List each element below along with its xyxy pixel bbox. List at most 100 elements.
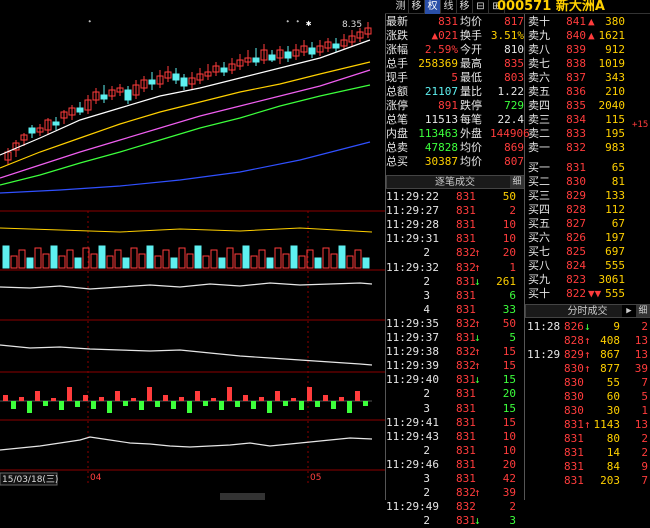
fenshi-qty: 60 (606, 390, 620, 403)
tab-5[interactable]: ⊟ (473, 0, 489, 14)
order-price: 837 (566, 71, 586, 84)
tick-time: 2 (423, 274, 430, 288)
order-label: 买一 (528, 161, 550, 174)
fenshi-qty: 55 (606, 376, 620, 389)
order-label: 卖二 (528, 127, 550, 140)
stock-code: 000571 (497, 0, 552, 14)
tick-time: 2 (423, 514, 430, 528)
sell-row: 卖十 841 ▲ 380 (0, 15, 650, 29)
tick-price: 831 (456, 204, 476, 218)
buy-row: 买二 830 81 (0, 175, 650, 189)
order-price: 838 (566, 57, 586, 70)
buy-row: 买一 831 65 (0, 161, 650, 175)
fenshi-row: 831 203 7 (0, 474, 650, 488)
tick-time: 11:29:22 (386, 190, 439, 203)
tick-arrow: ↑ (474, 260, 481, 274)
fenshi-price: 831 (564, 446, 584, 459)
tab-0[interactable]: 测 (393, 0, 409, 14)
sell-row: 卖四 835 2040 (0, 99, 650, 113)
tick-row: 11:29:31 831 10 (0, 232, 650, 246)
order-label: 卖十 (528, 15, 550, 28)
fenshi-time: 11:29 (527, 348, 561, 361)
fenshi-qty: 9 (613, 320, 620, 333)
tick-qty: 33 (502, 302, 516, 316)
sell-row: 卖八 839 912 (0, 43, 650, 57)
fenshi-row: 11:29 829 ↑ 867 13 (0, 348, 650, 362)
fenshi-count: 13 (634, 348, 648, 361)
tick-qty: 2 (509, 500, 516, 514)
fenshi-count: 13 (634, 418, 648, 431)
fenshi-row: 11:28 826 ↓ 9 2 (0, 320, 650, 334)
order-qty: 115 (605, 113, 625, 126)
tick-qty: 6 (509, 288, 516, 302)
fenshi-qty: 203 (600, 474, 620, 487)
fenshi-count: 2 (641, 446, 648, 459)
tick-qty: 3 (509, 514, 516, 528)
tick-price: 831 (456, 190, 476, 203)
fenshi-qty: 30 (606, 404, 620, 417)
tick-qty: 10 (502, 232, 516, 246)
sell-row: 卖一 832 983 (0, 141, 650, 155)
fenshi-price: 829 (564, 348, 584, 361)
order-price: 832 (566, 141, 586, 154)
fenshi-count: 9 (641, 460, 648, 473)
fenshi-qty: 408 (600, 334, 620, 347)
order-label: 卖三 (528, 113, 550, 126)
sell-row: 卖六 837 343 (0, 71, 650, 85)
order-label: 卖七 (528, 57, 550, 70)
order-qty: 195 (605, 127, 625, 140)
tab-4[interactable]: 移 (457, 0, 473, 14)
tick-row: 2 831 ↓ 261 (0, 275, 650, 289)
tick-qty: 10 (502, 218, 516, 232)
tick-row: 2 832 ↑ 20 (0, 246, 650, 260)
tick-row: 2 831 ↓ 3 (0, 514, 650, 528)
fenshi-row: 830 30 1 (0, 404, 650, 418)
fenshi-price: 826 (564, 320, 584, 333)
fenshi-price: 828 (564, 334, 584, 347)
order-label: 卖八 (528, 43, 550, 56)
order-qty: 983 (605, 141, 625, 154)
order-label: 卖五 (528, 85, 550, 98)
order-label: 卖九 (528, 29, 550, 42)
tick-qty: 261 (496, 274, 516, 288)
fenshi-row: 830 55 7 (0, 376, 650, 390)
fenshi-count: 5 (641, 390, 648, 403)
order-qty: 65 (611, 161, 625, 174)
fenshi-time: 11:28 (527, 320, 561, 333)
tick-arrow: ↓ (474, 274, 481, 288)
tick-row: 11:29:22 831 50 (0, 190, 650, 204)
order-label: 卖一 (528, 141, 550, 154)
tick-price: 831 (456, 232, 476, 246)
tab-1[interactable]: 移 (409, 0, 425, 14)
tick-row: 11:29:32 832 ↑ 1 (0, 261, 650, 275)
fenshi-qty: 14 (606, 446, 620, 459)
fenshi-row: 831 80 2 (0, 432, 650, 446)
order-price: 836 (566, 85, 586, 98)
tick-row: 4 831 33 (0, 303, 650, 317)
fenshi-count: 39 (634, 362, 648, 375)
tick-qty: 2 (509, 204, 516, 218)
tick-time: 11:29:32 (386, 260, 439, 274)
fenshi-price: 831 (564, 474, 584, 487)
fenshi-price: 830 (564, 376, 584, 389)
fenshi-row: 831 ↑ 1143 13 (0, 418, 650, 432)
order-price: 839 (566, 43, 586, 56)
fenshi-price: 830 (564, 404, 584, 417)
order-label: 买二 (528, 175, 550, 188)
tick-price: 831 (456, 274, 476, 288)
order-arrow: ▲ (588, 29, 595, 42)
tick-qty: 39 (502, 486, 516, 500)
tab-3[interactable]: 线 (441, 0, 457, 14)
fenshi-price: 830 (564, 362, 584, 375)
fenshi-row: 828 ↑ 408 13 (0, 334, 650, 348)
fenshi-count: 2 (641, 432, 648, 445)
order-price: 833 (566, 127, 586, 140)
sell-row: 卖三 834 115 (0, 113, 650, 127)
tick-price: 832 (456, 246, 476, 260)
tick-time: 11:29:28 (386, 218, 439, 232)
tab-2[interactable]: 权 (425, 0, 441, 14)
tick-time: 3 (423, 288, 430, 302)
fenshi-count: 7 (641, 474, 648, 487)
tick-price: 832 (456, 486, 476, 500)
tick-price: 831 (456, 514, 476, 528)
